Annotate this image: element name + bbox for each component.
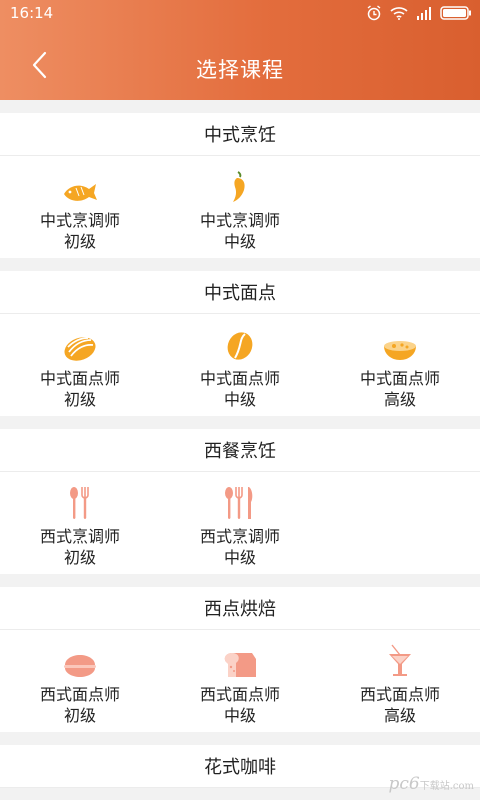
- course-item[interactable]: 中式烹调师 中级: [160, 156, 320, 258]
- section-chinese-cooking: 中式烹饪 中式烹调师 初级 中式烹调师 中级: [0, 113, 480, 258]
- watermark-domain: .com: [449, 781, 474, 792]
- battery-icon: [440, 6, 472, 20]
- course-item[interactable]: 西式面点师 中级: [160, 630, 320, 732]
- course-name: 中式面点师: [359, 369, 440, 388]
- fish-icon: [60, 170, 100, 204]
- course-level: 中级: [223, 232, 256, 251]
- wifi-icon: [390, 6, 408, 20]
- course-level: 初级: [63, 232, 96, 251]
- course-name: 西式烹调师: [199, 527, 280, 546]
- course-grid: 西式烹调师 初级 西式烹调师 中级: [0, 472, 480, 574]
- macaron-icon: [60, 644, 100, 678]
- section-western-cooking: 西餐烹饪 西式烹调师 初级 西式烹调师 中级: [0, 429, 480, 574]
- course-level: 高级: [383, 706, 416, 725]
- spoon-fork-icon: [60, 486, 100, 520]
- course-item[interactable]: 西式面点师 初级: [0, 630, 160, 732]
- alarm-icon: [366, 5, 382, 21]
- watermark-logo: pc6: [388, 774, 420, 794]
- course-name: 中式烹调师: [39, 211, 120, 230]
- section-title: 中式面点: [0, 271, 480, 314]
- section-western-baking: 西点烘焙 西式面点师 初级 西式面点师 中级 西式面点师 高级: [0, 587, 480, 732]
- course-level: 初级: [63, 548, 96, 567]
- chili-icon: [220, 170, 260, 204]
- bread-icon: [60, 328, 100, 362]
- course-name: 西式面点师: [39, 685, 120, 704]
- course-item[interactable]: 中式面点师 高级: [320, 314, 480, 416]
- watermark-sub: 下载站: [419, 781, 450, 792]
- course-name: 中式面点师: [39, 369, 120, 388]
- app-header: 16:14 选择课程: [0, 0, 480, 100]
- course-name: 西式面点师: [199, 685, 280, 704]
- course-grid: 中式烹调师 初级 中式烹调师 中级: [0, 156, 480, 258]
- course-item[interactable]: 西式面点师 高级: [320, 630, 480, 732]
- course-grid: 西式面点师 初级 西式面点师 中级 西式面点师 高级: [0, 630, 480, 732]
- soup-icon: [380, 328, 420, 362]
- course-item[interactable]: 中式面点师 中级: [160, 314, 320, 416]
- course-item[interactable]: 西式烹调师 初级: [0, 472, 160, 574]
- cutlery-icon: [220, 486, 260, 520]
- course-name: 中式烹调师: [199, 211, 280, 230]
- course-name: 西式面点师: [359, 685, 440, 704]
- status-time: 16:14: [10, 4, 54, 22]
- title-bar: 选择课程: [0, 36, 480, 100]
- course-level: 高级: [383, 390, 416, 409]
- section-title: 中式烹饪: [0, 113, 480, 156]
- page-title: 选择课程: [196, 58, 284, 82]
- course-item[interactable]: 中式烹调师 初级: [0, 156, 160, 258]
- watermark: pc6下载站.com: [388, 774, 474, 794]
- course-level: 中级: [223, 706, 256, 725]
- status-bar: 16:14: [0, 0, 480, 26]
- signal-icon: [416, 6, 432, 20]
- toast-icon: [220, 644, 260, 678]
- bean-icon: [220, 328, 260, 362]
- status-icons: [366, 4, 472, 22]
- course-item[interactable]: 西式烹调师 中级: [160, 472, 320, 574]
- course-level: 中级: [223, 390, 256, 409]
- course-name: 西式烹调师: [39, 527, 120, 546]
- course-level: 初级: [63, 706, 96, 725]
- section-title: 西餐烹饪: [0, 429, 480, 472]
- course-grid: 中式面点师 初级 中式面点师 中级 中式面点师 高级: [0, 314, 480, 416]
- cocktail-icon: [380, 644, 420, 678]
- course-level: 中级: [223, 548, 256, 567]
- course-item[interactable]: 中式面点师 初级: [0, 314, 160, 416]
- section-chinese-pastry: 中式面点 中式面点师 初级 中式面点师 中级 中式面点师 高级: [0, 271, 480, 416]
- course-name: 中式面点师: [199, 369, 280, 388]
- course-list: 中式烹饪 中式烹调师 初级 中式烹调师 中级 中式面点 中式面点师 初级 中式面…: [0, 113, 480, 800]
- course-level: 初级: [63, 390, 96, 409]
- section-title: 西点烘焙: [0, 587, 480, 630]
